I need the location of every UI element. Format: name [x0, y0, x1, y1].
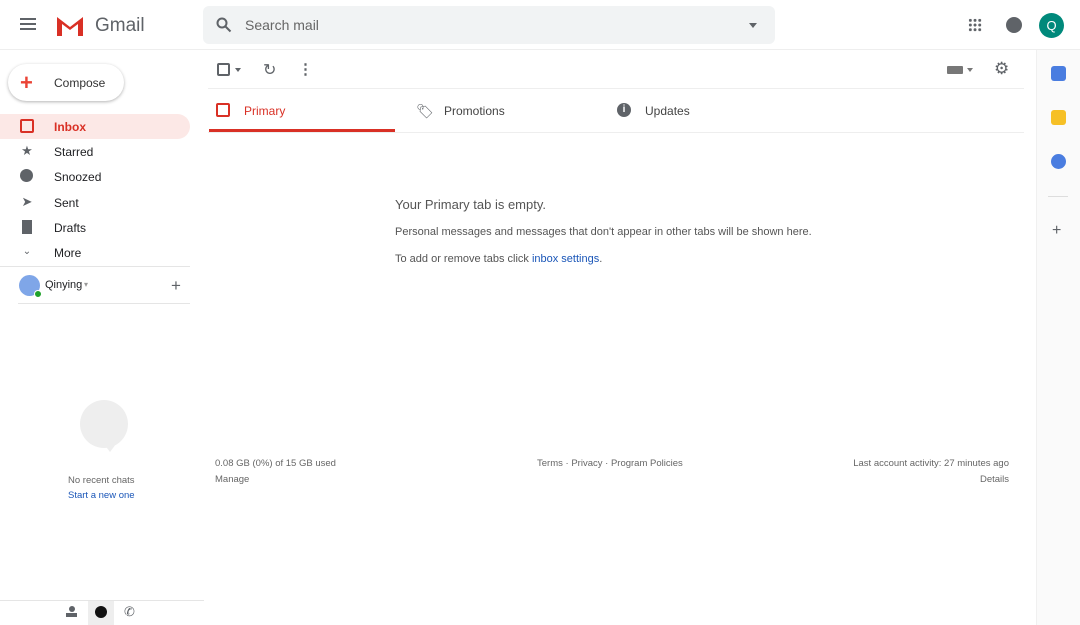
search-options-icon[interactable] — [749, 23, 757, 32]
program-policies-link[interactable]: Program Policies — [611, 458, 683, 469]
search-icon — [216, 17, 232, 33]
get-addons-plus-icon[interactable]: + — [1052, 222, 1061, 240]
clock-icon — [20, 169, 33, 182]
keep-icon[interactable] — [1051, 110, 1066, 125]
hint-suffix: . — [599, 253, 603, 265]
settings-hint: To add or remove tabs click inbox settin… — [395, 253, 602, 265]
inbox-settings-link[interactable]: inbox settings — [532, 253, 599, 265]
tab-label: Updates — [645, 104, 690, 118]
empty-title: Your Primary tab is empty. — [395, 197, 546, 212]
input-tools-dropdown[interactable] — [967, 68, 973, 75]
menu-icon[interactable] — [20, 18, 36, 30]
side-panel — [1036, 50, 1080, 625]
terms-link[interactable]: Terms — [537, 458, 563, 469]
sidebar-item-label: Sent — [54, 196, 79, 210]
user-dropdown-icon[interactable]: ▾ — [84, 280, 88, 289]
keyboard-icon[interactable] — [947, 66, 963, 74]
sidebar-item-label: Inbox — [54, 120, 86, 134]
tag-icon: 🏷 — [416, 103, 434, 119]
sidebar-item-label: Drafts — [54, 221, 87, 235]
separator: · — [602, 458, 611, 469]
hangouts-user-name[interactable]: Qinying — [45, 279, 82, 291]
tab-primary[interactable]: Primary — [216, 92, 396, 132]
hangouts-icon — [80, 400, 128, 452]
conversations-tab[interactable] — [88, 601, 114, 625]
compose-label: Compose — [54, 76, 106, 90]
app-name: Gmail — [95, 15, 145, 36]
privacy-link[interactable]: Privacy — [571, 458, 602, 469]
draft-icon — [22, 220, 32, 234]
sidebar-item-drafts[interactable]: Drafts — [0, 215, 190, 240]
sidebar-item-more[interactable]: ⌄ More — [0, 240, 190, 265]
online-status — [34, 290, 42, 298]
tasks-icon[interactable] — [1051, 154, 1066, 169]
top-bar: Gmail Search mail Q — [0, 0, 1080, 50]
sidebar-item-starred[interactable]: ★ Starred — [0, 139, 190, 164]
select-all-checkbox[interactable] — [217, 63, 230, 76]
hint-text: To add or remove tabs click — [395, 253, 532, 265]
search-input[interactable]: Search mail — [203, 6, 775, 44]
refresh-icon[interactable]: ↻ — [263, 60, 276, 80]
last-activity: Last account activity: 27 minutes ago — [853, 458, 1009, 469]
sidebar-item-sent[interactable]: ➤ Sent — [0, 190, 190, 215]
account-avatar[interactable]: Q — [1039, 13, 1064, 38]
info-icon: i — [617, 103, 631, 117]
user-avatar[interactable] — [19, 275, 42, 298]
send-icon: ➤ — [21, 194, 33, 209]
inbox-icon — [20, 119, 34, 133]
footer-links: Terms · Privacy · Program Policies — [537, 458, 683, 469]
sidebar-item-snoozed[interactable]: Snoozed — [0, 164, 190, 189]
no-chats-text: No recent chats — [68, 475, 135, 486]
tab-label: Primary — [244, 104, 286, 118]
storage-usage: 0.08 GB (0%) of 15 GB used — [215, 458, 336, 469]
tab-promotions[interactable]: 🏷 Promotions — [416, 92, 596, 132]
select-dropdown-icon[interactable] — [235, 68, 241, 75]
plus-icon: + — [20, 70, 33, 95]
hangouts-chat-icon — [95, 606, 107, 618]
sidebar-item-label: Snoozed — [54, 170, 102, 184]
search-placeholder: Search mail — [245, 17, 319, 33]
tab-label: Promotions — [444, 104, 505, 118]
notifications-icon[interactable] — [1006, 17, 1022, 33]
calendar-icon[interactable] — [1051, 66, 1066, 81]
settings-gear-icon[interactable]: ⚙ — [994, 59, 1009, 79]
chevron-down-icon: ⌄ — [22, 246, 32, 257]
details-link[interactable]: Details — [980, 474, 1009, 485]
phone-icon[interactable]: ✆ — [124, 604, 135, 620]
contacts-icon[interactable] — [66, 606, 77, 618]
new-chat-plus-icon[interactable]: + — [171, 276, 181, 296]
gmail-logo-icon — [57, 17, 83, 36]
sidebar-item-label: Starred — [54, 145, 94, 159]
apps-icon[interactable] — [968, 18, 982, 32]
more-options-icon[interactable]: ⋮ — [298, 60, 313, 78]
sidebar-item-inbox[interactable]: Inbox — [0, 114, 190, 139]
inbox-icon — [216, 103, 230, 117]
start-new-chat-link[interactable]: Start a new one — [68, 490, 135, 501]
tab-updates[interactable]: i Updates — [617, 92, 797, 132]
star-icon: ★ — [21, 143, 33, 158]
sidebar-item-label: More — [54, 246, 82, 260]
manage-storage-link[interactable]: Manage — [215, 474, 249, 485]
empty-description: Personal messages and messages that don'… — [395, 226, 812, 238]
compose-button[interactable]: + Compose — [8, 64, 124, 101]
